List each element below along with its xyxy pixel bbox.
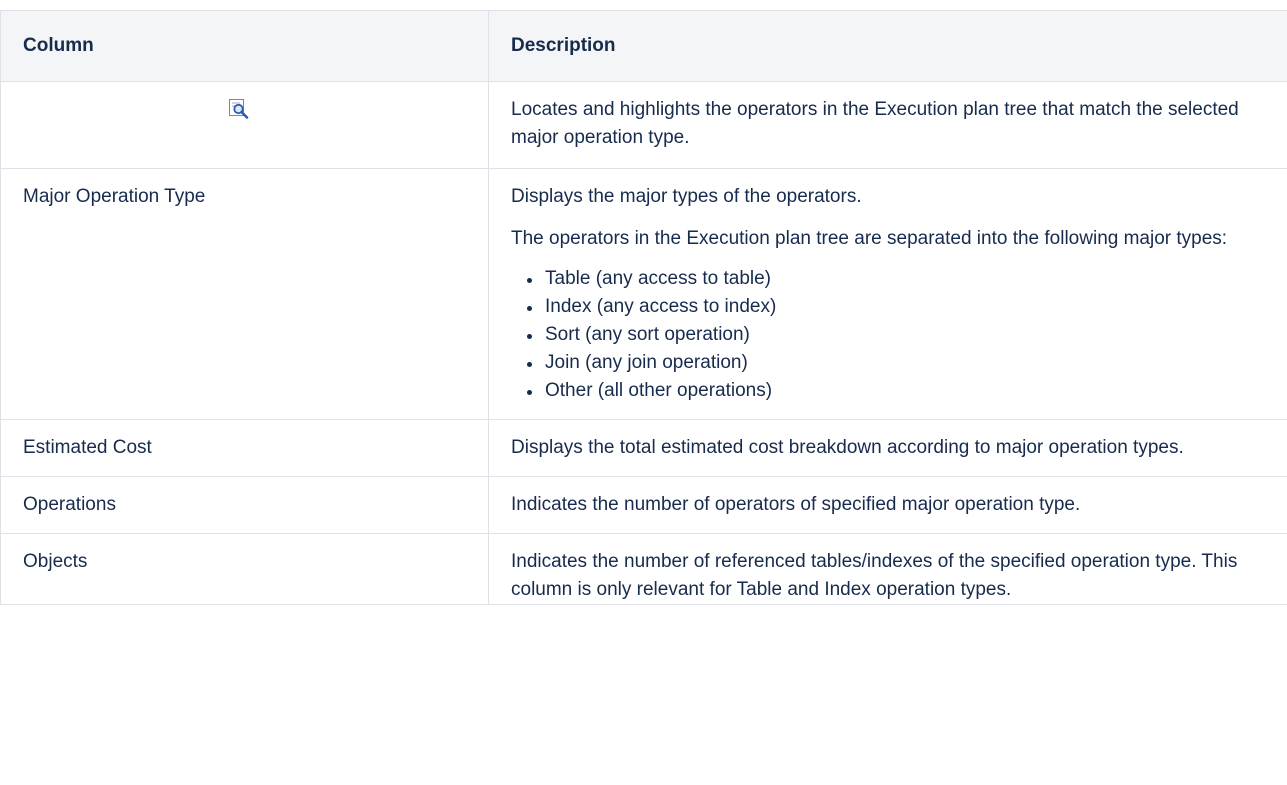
table-header-row: Column Description [0,10,1287,82]
column-cell: Major Operation Type [0,168,489,420]
table-row: Objects Indicates the number of referenc… [0,533,1287,605]
column-description-table: Column Description Locates and highlight… [0,10,1287,605]
column-cell: Estimated Cost [0,419,489,477]
table-row: Estimated Cost Displays the total estima… [0,419,1287,477]
major-types-list: Table (any access to table) Index (any a… [511,265,1287,405]
table-row: Major Operation Type Displays the major … [0,168,1287,420]
column-cell: Operations [0,476,489,534]
description-text: Indicates the number of referenced table… [511,551,1238,600]
description-cell: Locates and highlights the operators in … [488,81,1287,169]
list-item: Join (any join operation) [527,349,1287,377]
description-text: The operators in the Execution plan tree… [511,228,1228,249]
description-text: Displays the major types of the operator… [511,186,862,207]
list-item: Other (all other operations) [527,377,1287,405]
description-text: Displays the total estimated cost breakd… [511,437,1184,458]
description-cell: Displays the total estimated cost breakd… [488,419,1287,477]
description-text: Locates and highlights the operators in … [511,99,1239,148]
table-row: Locates and highlights the operators in … [0,81,1287,169]
description-cell: Displays the major types of the operator… [488,168,1287,420]
column-header: Column [0,10,489,82]
column-cell [0,81,489,169]
description-cell: Indicates the number of referenced table… [488,533,1287,605]
list-item: Table (any access to table) [527,265,1287,293]
table-row: Operations Indicates the number of opera… [0,476,1287,534]
description-cell: Indicates the number of operators of spe… [488,476,1287,534]
list-item: Index (any access to index) [527,293,1287,321]
description-text: Indicates the number of operators of spe… [511,494,1081,515]
column-cell: Objects [0,533,489,605]
list-item: Sort (any sort operation) [527,321,1287,349]
locate-highlight-icon [228,98,250,120]
description-header: Description [488,10,1287,82]
